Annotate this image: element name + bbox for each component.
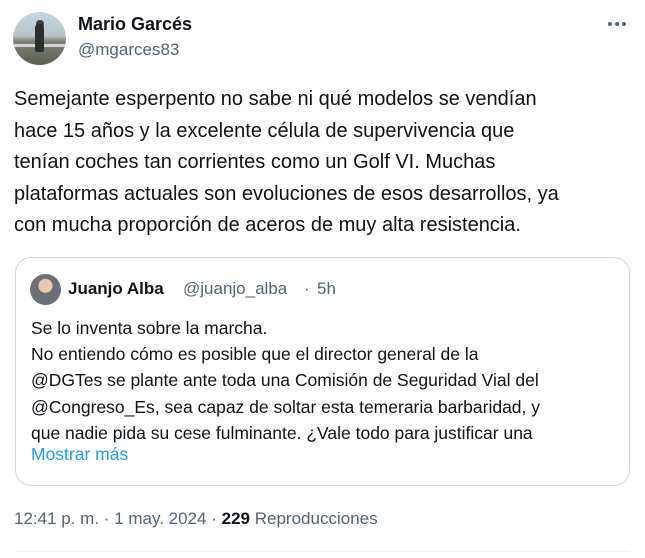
more-dot: [615, 22, 619, 26]
quoted-author-handle: @juanjo_alba: [183, 279, 288, 298]
author-name[interactable]: Mario Garcés: [78, 14, 192, 35]
tweet-text: Semejante esperpento no sabe ni qué mode…: [14, 84, 634, 242]
tweet-meta: 12:41 p. m. · 1 may. 2024 · 229 Reproduc…: [14, 509, 378, 529]
quoted-text-line: @Congreso_Es, sea capaz de soltar esta t…: [31, 396, 541, 417]
more-options-icon[interactable]: [606, 14, 628, 34]
divider: [14, 551, 630, 552]
tweet-text-line: con mucha proporción de aceros de muy al…: [14, 214, 521, 236]
tweet-text-line: Semejante esperpento no sabe ni qué mode…: [14, 88, 537, 110]
author-handle[interactable]: @mgarces83: [78, 40, 179, 60]
quoted-separator: ·: [304, 279, 310, 298]
quoted-author-avatar: [30, 274, 61, 305]
show-more-link[interactable]: Mostrar más: [31, 444, 128, 465]
avatar-figure-body: [35, 24, 44, 52]
quoted-text: Se lo inventa sobre la marcha. No entien…: [31, 315, 626, 446]
views-count: 229: [221, 509, 251, 528]
meta-separator: ·: [103, 509, 110, 528]
quoted-text-line: Se lo inventa sobre la marcha.: [31, 318, 268, 338]
quoted-timestamp: 5h: [317, 279, 336, 298]
more-dot: [622, 22, 626, 26]
quoted-text-line: @DGTes se plante ante toda una Comisión …: [31, 370, 539, 391]
tweet-date[interactable]: 1 may. 2024: [114, 509, 206, 528]
quoted-text-line: No entiendo cómo es posible que el direc…: [31, 344, 479, 365]
tweet-time[interactable]: 12:41 p. m.: [14, 509, 99, 528]
views-label: Reproducciones: [254, 509, 378, 528]
author-avatar[interactable]: [13, 12, 66, 65]
tweet-text-line: tenían coches tan corrientes como un Gol…: [14, 151, 496, 173]
quoted-tweet[interactable]: Juanjo Alba @juanjo_alba · 5h Se lo inve…: [15, 257, 630, 486]
tweet: Mario Garcés @mgarces83 Semejante esperp…: [0, 0, 645, 558]
tweet-text-line: hace 15 años y la excelente célula de su…: [14, 119, 515, 142]
meta-separator: ·: [211, 509, 217, 528]
quoted-text-line: que nadie pida su cese fulminante. ¿Vale…: [31, 422, 533, 443]
tweet-text-line: plataformas actuales son evoluciones de …: [14, 182, 559, 205]
quoted-author-name: Juanjo Alba: [68, 279, 164, 298]
more-dot: [608, 22, 612, 26]
